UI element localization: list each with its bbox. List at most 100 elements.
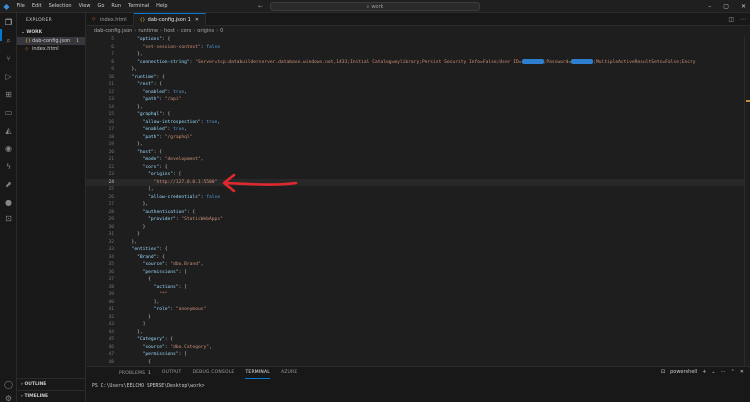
- breadcrumb-item[interactable]: 0: [220, 28, 223, 34]
- close-tab-icon[interactable]: ✕: [195, 17, 199, 23]
- settings-gear-icon[interactable]: ⚙: [3, 393, 14, 402]
- maximize-icon[interactable]: ▢: [723, 0, 729, 13]
- minimize-icon[interactable]: –: [708, 0, 711, 13]
- menu-go[interactable]: Go: [94, 0, 108, 13]
- search-icon[interactable]: ⌕: [3, 35, 14, 46]
- code-line[interactable]: 7 },: [86, 51, 744, 59]
- github-icon[interactable]: ●: [3, 197, 14, 208]
- code-line[interactable]: 21 "mode": "development",: [86, 156, 744, 164]
- run-debug-icon[interactable]: ▷: [3, 71, 14, 82]
- code-line[interactable]: 46 "source": "dbo.Category",: [86, 344, 744, 352]
- menu-run[interactable]: Run: [108, 0, 125, 13]
- file-item-dab-config[interactable]: {} dab-config.json 1: [17, 37, 85, 45]
- code-line[interactable]: 15 "graphql": {: [86, 111, 744, 119]
- chevron-down-icon[interactable]: ⌄: [711, 367, 715, 378]
- menu-edit[interactable]: Edit: [28, 0, 45, 13]
- code-line[interactable]: 22 "cors": {: [86, 164, 744, 172]
- breadcrumb-item[interactable]: cors: [181, 28, 191, 34]
- terminal-prompt[interactable]: PS C:\Users\EELCHO SPERSE\Desktop\work>: [86, 378, 750, 389]
- code-line[interactable]: 42 }: [86, 314, 744, 322]
- maximize-panel-icon[interactable]: ⌃: [731, 367, 735, 378]
- code-line[interactable]: 40 ],: [86, 299, 744, 307]
- code-line[interactable]: 37 {: [86, 276, 744, 284]
- panel-tab-terminal[interactable]: TERMINAL: [245, 367, 270, 379]
- timeline-section[interactable]: › TIMELINE: [17, 390, 86, 402]
- code-line[interactable]: 16 "allow-introspection": true,: [86, 119, 744, 127]
- menu-selection[interactable]: Selection: [45, 0, 75, 13]
- code-line[interactable]: 32 },: [86, 239, 744, 247]
- code-line[interactable]: 36 "permissions": [: [86, 269, 744, 277]
- editor-scrollbar[interactable]: [744, 36, 750, 366]
- panel-tab-output[interactable]: OUTPUT: [162, 367, 182, 378]
- code-line[interactable]: 12 "enabled": true,: [86, 89, 744, 97]
- menu-terminal[interactable]: Terminal: [125, 0, 153, 13]
- code-line[interactable]: 24 "http://127.0.0.1:5500": [86, 178, 744, 186]
- code-line[interactable]: 17 "enabled": true,: [86, 126, 744, 134]
- tab-index-html[interactable]: ◇ index.html: [86, 13, 134, 26]
- split-editor-icon[interactable]: ◫: [728, 13, 734, 26]
- outline-section[interactable]: › OUTLINE: [17, 378, 86, 390]
- more-actions-icon[interactable]: ⋯: [721, 367, 726, 378]
- panel-tab-debug-console[interactable]: DEBUG CONSOLE: [192, 367, 234, 378]
- back-arrow-icon[interactable]: ←: [258, 3, 263, 10]
- more-actions-icon[interactable]: ⋯: [740, 13, 746, 26]
- account-icon[interactable]: ◯: [3, 379, 14, 390]
- code-line[interactable]: 13 "path": "/api": [86, 96, 744, 104]
- code-line[interactable]: 8 "connection-string": "Server=tcp:datab…: [86, 58, 744, 67]
- code-line[interactable]: 25 ],: [86, 186, 744, 194]
- code-line[interactable]: 26 "allow-credentials": false: [86, 194, 744, 202]
- database-icon[interactable]: ◉: [3, 143, 14, 154]
- pin-icon[interactable]: ⬈: [3, 179, 14, 190]
- code-line[interactable]: 45 "Category": {: [86, 336, 744, 344]
- code-line[interactable]: 35 "source": "dbo.Brand",: [86, 261, 744, 269]
- code-line[interactable]: 30 }: [86, 224, 744, 232]
- code-line[interactable]: 10 "runtime": {: [86, 74, 744, 82]
- command-center-search[interactable]: ⌕ work: [270, 2, 480, 11]
- source-control-icon[interactable]: ⑂: [3, 53, 14, 64]
- code-line[interactable]: 31 }: [86, 231, 744, 239]
- code-line[interactable]: 33 "entities": {: [86, 246, 744, 254]
- panel-tab-problems[interactable]: PROBLEMS 1: [119, 367, 151, 379]
- breadcrumb-item[interactable]: host: [164, 28, 175, 34]
- explorer-icon[interactable]: ❐: [3, 17, 14, 28]
- code-line[interactable]: 28 "authentication": {: [86, 209, 744, 217]
- close-panel-icon[interactable]: ✕: [740, 367, 744, 378]
- menu-help[interactable]: Help: [153, 0, 171, 13]
- code-line[interactable]: 47 "permissions": [: [86, 351, 744, 359]
- close-window-icon[interactable]: ✕: [741, 0, 746, 13]
- code-line[interactable]: 20 "host": {: [86, 149, 744, 157]
- code-line[interactable]: 19 },: [86, 141, 744, 149]
- menu-view[interactable]: View: [75, 0, 94, 13]
- add-terminal-icon[interactable]: +: [702, 367, 706, 378]
- code-line[interactable]: 27 },: [86, 201, 744, 209]
- code-line[interactable]: 5 "options": {: [86, 36, 744, 44]
- code-line[interactable]: 38 "actions": [: [86, 284, 744, 292]
- breadcrumb-item[interactable]: dab-config.json: [94, 28, 132, 34]
- extensions-icon[interactable]: ⊞: [3, 89, 14, 100]
- code-line[interactable]: 44 },: [86, 329, 744, 337]
- code-line[interactable]: 41 "role": "anonymous": [86, 306, 744, 314]
- code-line[interactable]: 43 ]: [86, 321, 744, 329]
- code-line[interactable]: 39 "*": [86, 291, 744, 299]
- shell-name[interactable]: powershell: [670, 367, 697, 378]
- file-item-index-html[interactable]: ◇ index.html: [17, 45, 85, 53]
- code-line[interactable]: 9 },: [86, 66, 744, 74]
- lightning-icon[interactable]: ϟ: [3, 161, 14, 172]
- remote-explorer-icon[interactable]: ▭: [3, 107, 14, 118]
- tab-dab-config[interactable]: {} dab-config.json 1 ✕: [133, 13, 206, 26]
- code-line[interactable]: 34 "Brand": {: [86, 254, 744, 262]
- terminal-icon[interactable]: ⊡: [3, 213, 14, 224]
- code-line[interactable]: 14 },: [86, 104, 744, 112]
- code-line[interactable]: 23 "origins": [: [86, 171, 744, 179]
- code-line[interactable]: 6 "set-session-context": false: [86, 44, 744, 52]
- workspace-section[interactable]: ⌄ WORK: [17, 28, 85, 37]
- code-line[interactable]: 18 "path": "/graphql": [86, 134, 744, 142]
- breadcrumb-item[interactable]: origins: [197, 28, 214, 34]
- menu-file[interactable]: File: [13, 0, 28, 13]
- azure-icon[interactable]: ◭: [3, 125, 14, 136]
- breadcrumb-item[interactable]: runtime: [138, 28, 158, 34]
- code-line[interactable]: 11 "rest": {: [86, 81, 744, 89]
- code-line[interactable]: 48 {: [86, 359, 744, 367]
- code-editor[interactable]: 5 "options": {6 "set-session-context": f…: [86, 36, 744, 366]
- code-line[interactable]: 29 "provider": "StaticWebApps": [86, 216, 744, 224]
